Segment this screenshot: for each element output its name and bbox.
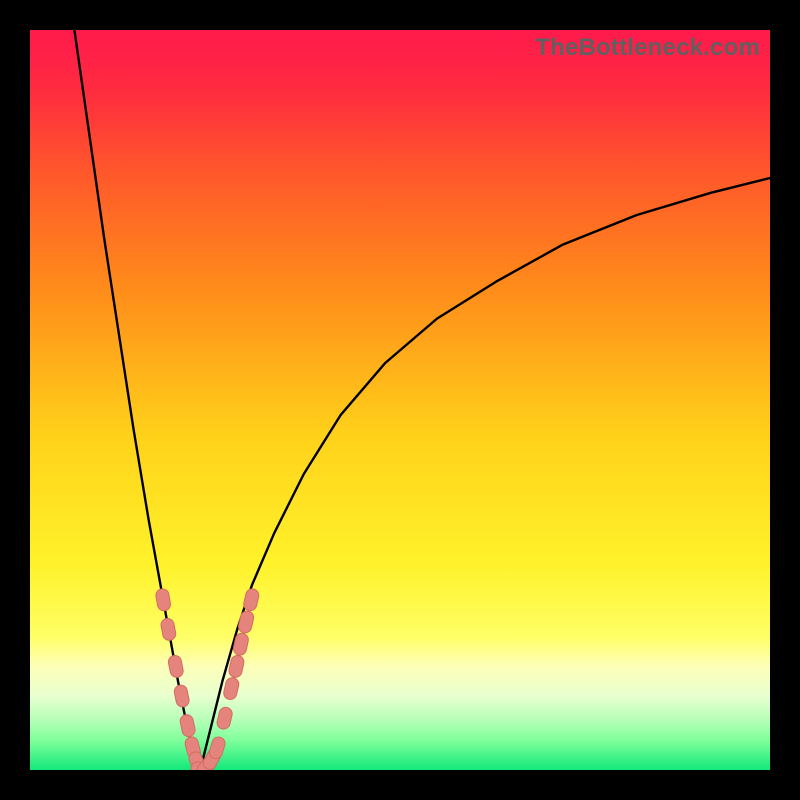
data-marker [237, 610, 255, 634]
data-marker [173, 684, 190, 708]
data-marker [155, 588, 172, 612]
data-marker [208, 735, 227, 760]
data-marker [167, 654, 184, 678]
curve-right-branch [200, 178, 770, 770]
data-marker [228, 654, 245, 678]
data-marker [179, 713, 196, 737]
chart-frame: TheBottleneck.com [0, 0, 800, 800]
data-marker [216, 706, 234, 730]
data-marker [222, 676, 240, 700]
curve-layer [30, 30, 770, 770]
curve-left-branch [74, 30, 200, 770]
data-marker [242, 588, 260, 612]
plot-area: TheBottleneck.com [30, 30, 770, 770]
data-marker [160, 617, 177, 641]
